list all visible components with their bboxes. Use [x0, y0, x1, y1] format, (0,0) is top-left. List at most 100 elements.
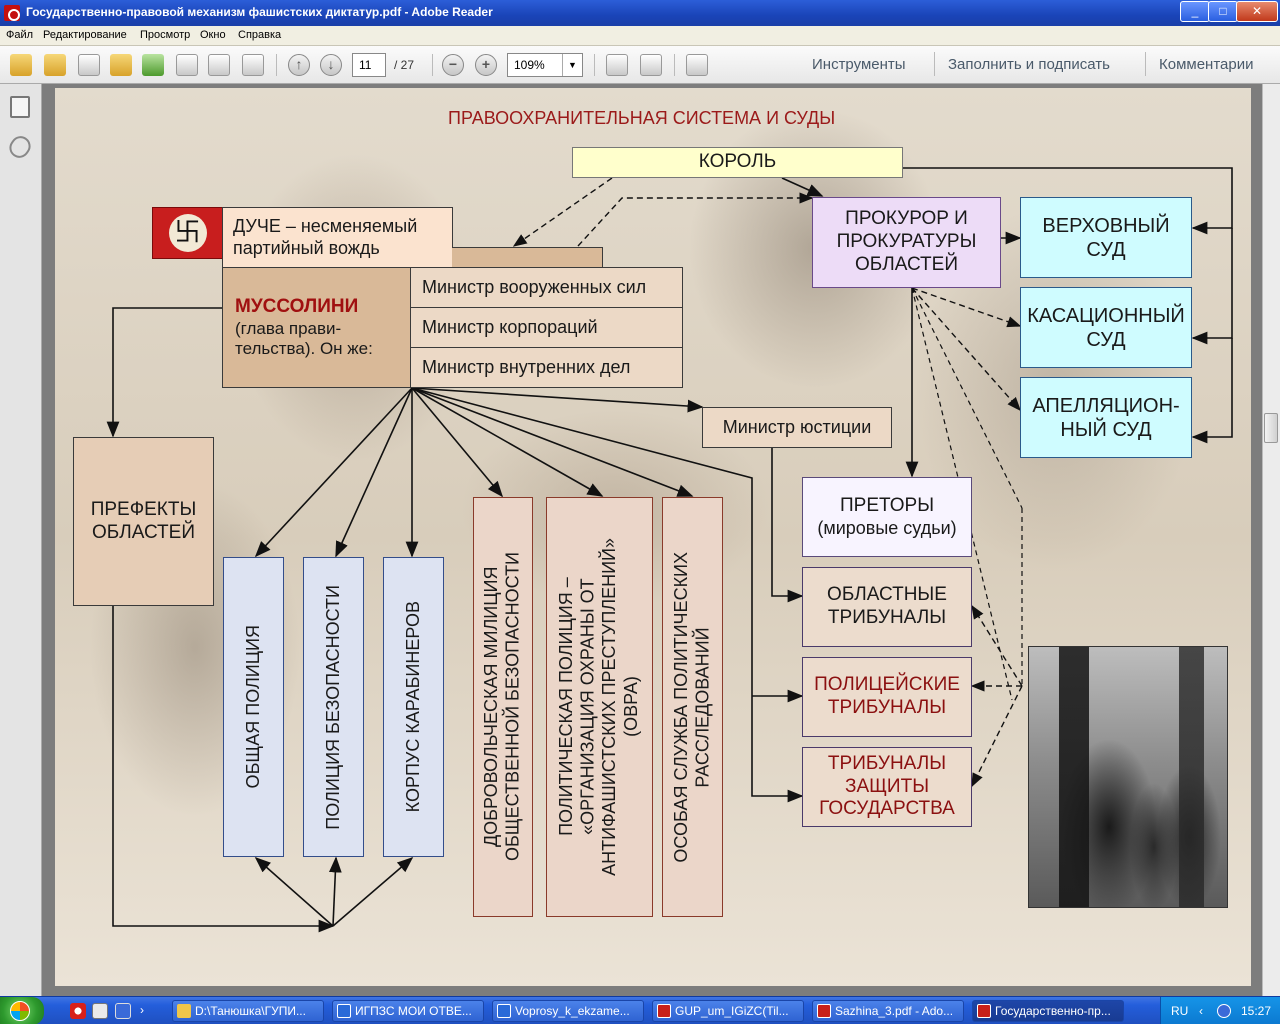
taskbar-item-doc2[interactable]: Voprosy_k_ekzame... — [492, 1000, 644, 1022]
ovra-line-4: (ОВРА) — [621, 676, 642, 738]
swastika-flag: 卐 — [152, 207, 223, 259]
duce-line-2: партийный вождь — [233, 237, 380, 258]
folder-icon — [177, 1004, 191, 1018]
duce-bar — [452, 247, 603, 268]
minister-interior-label: Министр внутренних дел — [422, 356, 631, 377]
militia-box: ДОБРОВОЛЬЧЕСКАЯ МИЛИЦИЯ ОБЩЕСТВЕННОЙ БЕЗ… — [473, 497, 533, 917]
ovra-line-1: ПОЛИТИЧЕСКАЯ ПОЛИЦИЯ – — [556, 577, 577, 837]
prefects-box: ПРЕФЕКТЫ ОБЛАСТЕЙ — [73, 437, 214, 606]
militia-text: ДОБРОВОЛЬЧЕСКАЯ МИЛИЦИЯ ОБЩЕСТВЕННОЙ БЕЗ… — [481, 552, 524, 861]
start-button[interactable] — [0, 997, 44, 1024]
king-label: КОРОЛЬ — [698, 151, 777, 173]
mussolini-desc-1: (глава прави- — [235, 318, 342, 338]
taskbar-item-pdf1[interactable]: GUP_um_IGiZC(Til... — [652, 1000, 804, 1022]
regional-tribunals-line-2: ТРИБУНАЛЫ — [827, 607, 947, 628]
supreme-court-line-1: ВЕРХОВНЫЙ — [1042, 214, 1170, 237]
language-indicator[interactable]: RU — [1171, 1004, 1188, 1018]
militia-line-1: ДОБРОВОЛЬЧЕСКАЯ МИЛИЦИЯ — [481, 566, 502, 848]
ovra-line-2: «ОРГАНИЗАЦИЯ ОХРАНЫ ОТ — [577, 578, 598, 836]
praetors-line-1: ПРЕТОРЫ — [839, 494, 935, 516]
document-icon — [497, 1004, 511, 1018]
minister-armed-forces-label: Министр вооруженных сил — [422, 276, 647, 297]
carabinieri-box: КОРПУС КАРАБИНЕРОВ — [383, 557, 444, 857]
pdf-icon — [657, 1004, 671, 1018]
carabinieri-label: КОРПУС КАРАБИНЕРОВ — [402, 601, 423, 813]
save-disk-icon[interactable] — [115, 1003, 131, 1019]
mussolini-name: МУССОЛИНИ — [235, 295, 359, 317]
supreme-court-box: ВЕРХОВНЫЙ СУД — [1020, 197, 1192, 278]
prefects-line-1: ПРЕФЕКТЫ — [90, 498, 197, 520]
taskbar-item-label: GUP_um_IGiZC(Til... — [675, 1004, 789, 1018]
clock: 15:27 — [1241, 1004, 1272, 1018]
taskbar-item-label: D:\Танюшка\ГУПИ... — [195, 1004, 306, 1018]
ovra-line-3: АНТИФАШИСТСКИХ ПРЕСТУПЛЕНИЙ» — [599, 538, 620, 876]
prosecutor-line-3: ОБЛАСТЕЙ — [855, 253, 958, 275]
taskbar-item-label: ИГПЗС МОИ ОТВЕ... — [355, 1004, 472, 1018]
appeal-court-box: АПЕЛЛЯЦИОН- НЫЙ СУД — [1020, 377, 1192, 458]
minister-armed-forces: Министр вооруженных сил — [410, 267, 683, 308]
minister-justice: Министр юстиции — [702, 407, 892, 448]
historical-photo — [1028, 646, 1228, 908]
chevron-left-icon[interactable]: ‹ — [1199, 1004, 1213, 1018]
supreme-court-line-2: СУД — [1086, 238, 1126, 261]
minister-corporations-label: Министр корпораций — [422, 316, 598, 337]
militia-line-2: ОБЩЕСТВЕННОЙ БЕЗОПАСНОСТИ — [503, 552, 523, 862]
duce-box: ДУЧЕ – несменяемый партийный вождь — [222, 207, 453, 268]
state-tribunals-box: ТРИБУНАЛЫ ЗАЩИТЫ ГОСУДАРСТВА — [802, 747, 972, 827]
general-police-box: ОБЩАЯ ПОЛИЦИЯ — [223, 557, 284, 857]
praetors-line-2: (мировые судьи) — [817, 517, 957, 538]
state-tribunals-line-3: ГОСУДАРСТВА — [819, 798, 955, 820]
police-tribunals-line-1: ПОЛИЦЕЙСКИЕ — [814, 674, 960, 696]
taskbar: › D:\Танюшка\ГУПИ... ИГПЗС МОИ ОТВЕ... V… — [0, 996, 1280, 1024]
document-icon — [337, 1004, 351, 1018]
ovra-box: ПОЛИТИЧЕСКАЯ ПОЛИЦИЯ – «ОРГАНИЗАЦИЯ ОХРА… — [546, 497, 653, 917]
special-service-line-2: РАССЛЕДОВАНИЙ — [692, 626, 713, 788]
security-police-label: ПОЛИЦИЯ БЕЗОПАСНОСТИ — [322, 584, 343, 830]
ovra-text: ПОЛИТИЧЕСКАЯ ПОЛИЦИЯ – «ОРГАНИЗАЦИЯ ОХРА… — [556, 538, 642, 876]
opera-icon[interactable] — [70, 1003, 86, 1019]
minister-corporations: Министр корпораций — [410, 307, 683, 348]
appeal-line-1: АПЕЛЛЯЦИОН- — [1032, 394, 1180, 417]
minister-justice-label: Министр юстиции — [722, 416, 872, 437]
regional-tribunals-box: ОБЛАСТНЫЕ ТРИБУНАЛЫ — [802, 567, 972, 647]
minister-interior: Министр внутренних дел — [410, 347, 683, 388]
mussolini-box: МУССОЛИНИ (глава прави- тельства). Он же… — [222, 267, 411, 388]
special-service-box: ОСОБАЯ СЛУЖБА ПОЛИТИЧЕСКИХ РАССЛЕДОВАНИЙ — [662, 497, 723, 917]
taskbar-item-pdf2[interactable]: Sazhina_3.pdf - Ado... — [812, 1000, 964, 1022]
word-icon[interactable] — [92, 1003, 108, 1019]
special-service-line-1: ОСОБАЯ СЛУЖБА ПОЛИТИЧЕСКИХ — [670, 551, 691, 863]
prosecutor-line-1: ПРОКУРОР И — [845, 208, 968, 230]
mussolini-desc-2: тельства). Он же: — [235, 338, 373, 358]
network-icon[interactable] — [1217, 1004, 1231, 1018]
police-tribunals-line-2: ТРИБУНАЛЫ — [827, 697, 947, 718]
prosecutor-box: ПРОКУРОР И ПРОКУРАТУРЫ ОБЛАСТЕЙ — [812, 197, 1001, 288]
cassation-line-2: СУД — [1086, 328, 1126, 351]
taskbar-item-label: Государственно-пр... — [995, 1004, 1111, 1018]
pdf-icon — [977, 1004, 991, 1018]
taskbar-item-label: Voprosy_k_ekzame... — [515, 1004, 630, 1018]
king-box: КОРОЛЬ — [572, 147, 903, 178]
special-service-text: ОСОБАЯ СЛУЖБА ПОЛИТИЧЕСКИХ РАССЛЕДОВАНИЙ — [671, 552, 714, 863]
state-tribunals-line-2: ЗАЩИТЫ — [844, 775, 930, 797]
windows-logo-icon — [10, 1001, 30, 1021]
slide-heading: ПРАВООХРАНИТЕЛЬНАЯ СИСТЕМА И СУДЫ — [448, 108, 836, 128]
system-tray: RU ‹ 15:27 — [1160, 997, 1280, 1024]
pdf-icon — [817, 1004, 831, 1018]
police-tribunals-box: ПОЛИЦЕЙСКИЕ ТРИБУНАЛЫ — [802, 657, 972, 737]
swastika-icon: 卐 — [168, 214, 207, 252]
security-police-box: ПОЛИЦИЯ БЕЗОПАСНОСТИ — [303, 557, 364, 857]
regional-tribunals-line-1: ОБЛАСТНЫЕ — [827, 584, 947, 606]
prosecutor-line-2: ПРОКУРАТУРЫ — [836, 231, 977, 253]
taskbar-item-folder[interactable]: D:\Танюшка\ГУПИ... — [172, 1000, 324, 1022]
prefects-line-2: ОБЛАСТЕЙ — [92, 521, 195, 543]
cassation-court-box: КАСАЦИОННЫЙ СУД — [1020, 287, 1192, 368]
cassation-line-1: КАСАЦИОННЫЙ — [1027, 304, 1185, 327]
taskbar-item-doc1[interactable]: ИГПЗС МОИ ОТВЕ... — [332, 1000, 484, 1022]
general-police-label: ОБЩАЯ ПОЛИЦИЯ — [242, 625, 263, 789]
taskbar-item-label: Sazhina_3.pdf - Ado... — [835, 1004, 954, 1018]
taskbar-item-pdf-active[interactable]: Государственно-пр... — [972, 1000, 1124, 1022]
praetors-box: ПРЕТОРЫ (мировые судьи) — [802, 477, 972, 557]
state-tribunals-line-1: ТРИБУНАЛЫ — [827, 752, 947, 774]
appeal-line-2: НЫЙ СУД — [1060, 418, 1152, 441]
chevron-right-icon[interactable]: › — [140, 1003, 150, 1019]
